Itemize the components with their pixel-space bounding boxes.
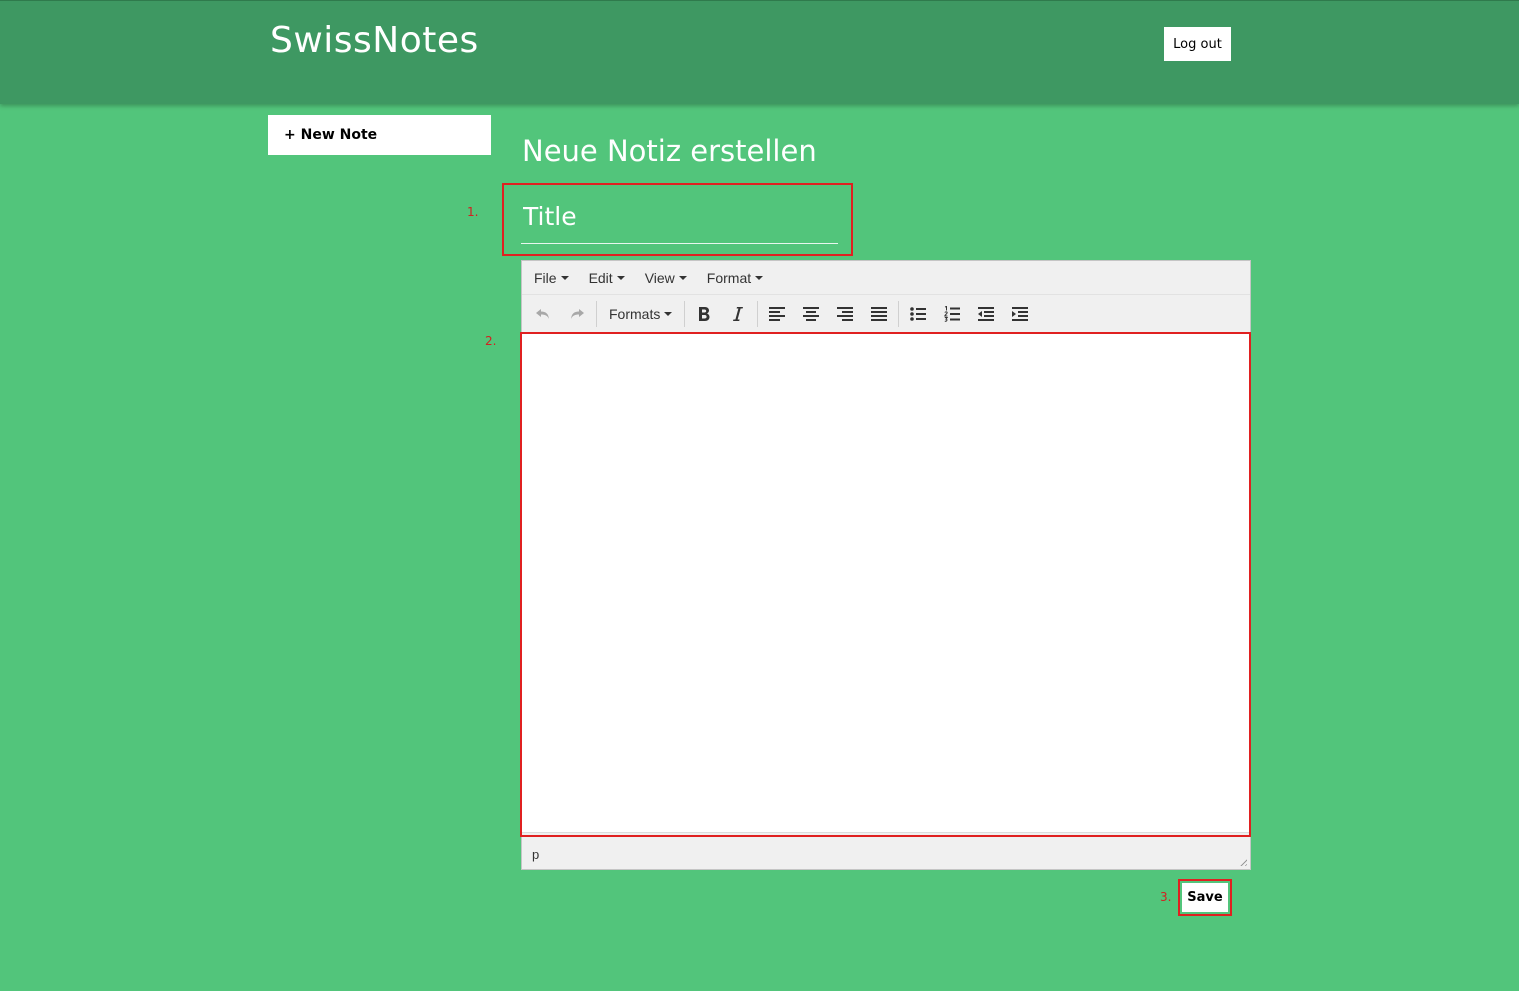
- bullet-list-button[interactable]: [901, 300, 935, 328]
- brand-logo-text[interactable]: SwissNotes: [270, 20, 479, 61]
- align-center-button[interactable]: [794, 300, 828, 328]
- toolbar-separator: [757, 300, 759, 327]
- editor-statusbar: p: [522, 839, 1250, 869]
- bold-button[interactable]: [687, 300, 721, 328]
- caret-down-icon: [616, 275, 625, 280]
- annotation-marker-2: 2.: [485, 334, 497, 348]
- align-justify-icon: [871, 306, 888, 321]
- logout-button[interactable]: Log out: [1164, 27, 1231, 61]
- caret-down-icon: [755, 275, 764, 280]
- outdent-button[interactable]: [969, 300, 1003, 328]
- redo-icon: [571, 308, 584, 319]
- resize-handle-icon[interactable]: [1238, 857, 1247, 866]
- outdent-icon: [978, 306, 995, 321]
- save-button[interactable]: Save: [1182, 883, 1228, 912]
- toolbar-separator: [898, 300, 900, 327]
- page-title: Neue Notiz erstellen: [522, 134, 817, 168]
- caret-down-icon: [560, 275, 569, 280]
- indent-icon: [1012, 306, 1029, 321]
- formats-label: Formats: [609, 305, 661, 322]
- align-justify-button[interactable]: [862, 300, 896, 328]
- indent-button[interactable]: [1003, 300, 1037, 328]
- italic-button[interactable]: [721, 300, 755, 328]
- bullet-list-icon: [910, 306, 927, 321]
- numbered-list-button[interactable]: [935, 300, 969, 328]
- toolbar-separator: [684, 300, 686, 327]
- formats-dropdown[interactable]: Formats: [599, 300, 682, 328]
- undo-icon: [536, 308, 549, 319]
- menu-view[interactable]: View: [637, 270, 695, 286]
- menu-edit-label: Edit: [588, 269, 613, 286]
- menu-view-label: View: [644, 269, 675, 286]
- menu-format-label: Format: [706, 269, 752, 286]
- align-left-button[interactable]: [760, 300, 794, 328]
- caret-down-icon: [678, 275, 687, 280]
- element-path[interactable]: p: [532, 847, 539, 862]
- bold-icon: [699, 306, 710, 321]
- annotation-marker-3: 3.: [1160, 890, 1172, 904]
- numbered-list-icon: [944, 305, 961, 322]
- align-center-icon: [803, 306, 820, 321]
- align-right-icon: [837, 306, 854, 321]
- annotation-marker-1: 1.: [467, 205, 479, 219]
- note-title-input[interactable]: [521, 190, 838, 244]
- align-right-button[interactable]: [828, 300, 862, 328]
- editor-toolbar: Formats: [522, 295, 1250, 332]
- menu-edit[interactable]: Edit: [581, 270, 633, 286]
- toolbar-separator: [596, 300, 597, 327]
- undo-button[interactable]: [526, 300, 560, 328]
- caret-down-icon: [664, 311, 673, 316]
- editor-menubar: File Edit View Format: [522, 261, 1250, 295]
- italic-icon: [733, 306, 744, 321]
- menu-format[interactable]: Format: [699, 270, 771, 286]
- align-left-icon: [769, 306, 786, 321]
- top-navbar: SwissNotes Log out: [0, 0, 1519, 104]
- annotation-highlight-content: [520, 332, 1251, 837]
- new-note-button[interactable]: + New Note: [268, 115, 491, 155]
- menu-file-label: File: [534, 269, 557, 286]
- menu-file[interactable]: File: [526, 270, 577, 286]
- redo-button[interactable]: [560, 300, 594, 328]
